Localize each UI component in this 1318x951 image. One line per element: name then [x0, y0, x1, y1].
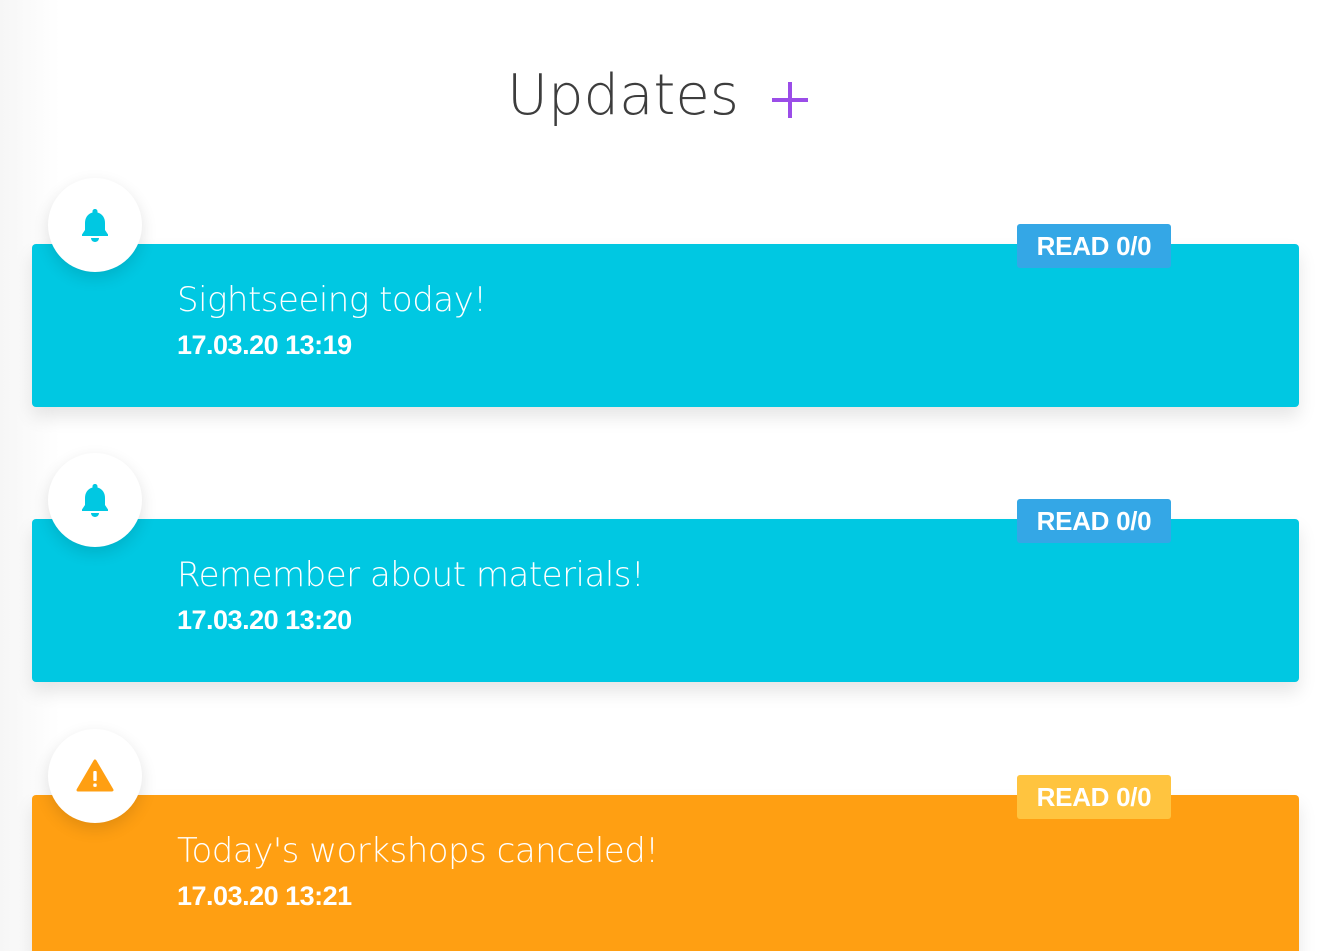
bell-icon — [82, 209, 108, 242]
page-header: Updates — [0, 55, 1318, 135]
update-type-badge — [48, 453, 142, 547]
read-status-badge: READ 0/0 — [1017, 775, 1171, 819]
updates-page: Updates READ 0/0 Sightseeing today! 17.0… — [0, 0, 1318, 951]
update-content: Sightseeing today! 17.03.20 13:19 — [177, 280, 487, 360]
warning-icon — [76, 759, 114, 792]
update-card[interactable]: READ 0/0 Today's workshops canceled! 17.… — [32, 775, 1299, 951]
update-timestamp: 17.03.20 13:21 — [177, 881, 352, 911]
update-title: Sightseeing today! — [177, 280, 487, 320]
bell-icon — [82, 484, 108, 517]
update-title: Remember about materials! — [177, 555, 645, 595]
update-card[interactable]: READ 0/0 Sightseeing today! 17.03.20 13:… — [32, 224, 1299, 407]
update-timestamp: 17.03.20 13:20 — [177, 605, 352, 635]
add-update-button[interactable] — [769, 79, 811, 121]
update-timestamp: 17.03.20 13:19 — [177, 330, 352, 360]
update-card[interactable]: READ 0/0 Remember about materials! 17.03… — [32, 499, 1299, 682]
read-status-badge: READ 0/0 — [1017, 224, 1171, 268]
update-content: Remember about materials! 17.03.20 13:20 — [177, 555, 645, 635]
read-status-badge: READ 0/0 — [1017, 499, 1171, 543]
update-type-badge — [48, 729, 142, 823]
plus-icon — [771, 82, 808, 118]
page-title: Updates — [507, 62, 739, 128]
update-type-badge — [48, 178, 142, 272]
update-content: Today's workshops canceled! 17.03.20 13:… — [177, 831, 659, 911]
update-title: Today's workshops canceled! — [177, 831, 659, 871]
